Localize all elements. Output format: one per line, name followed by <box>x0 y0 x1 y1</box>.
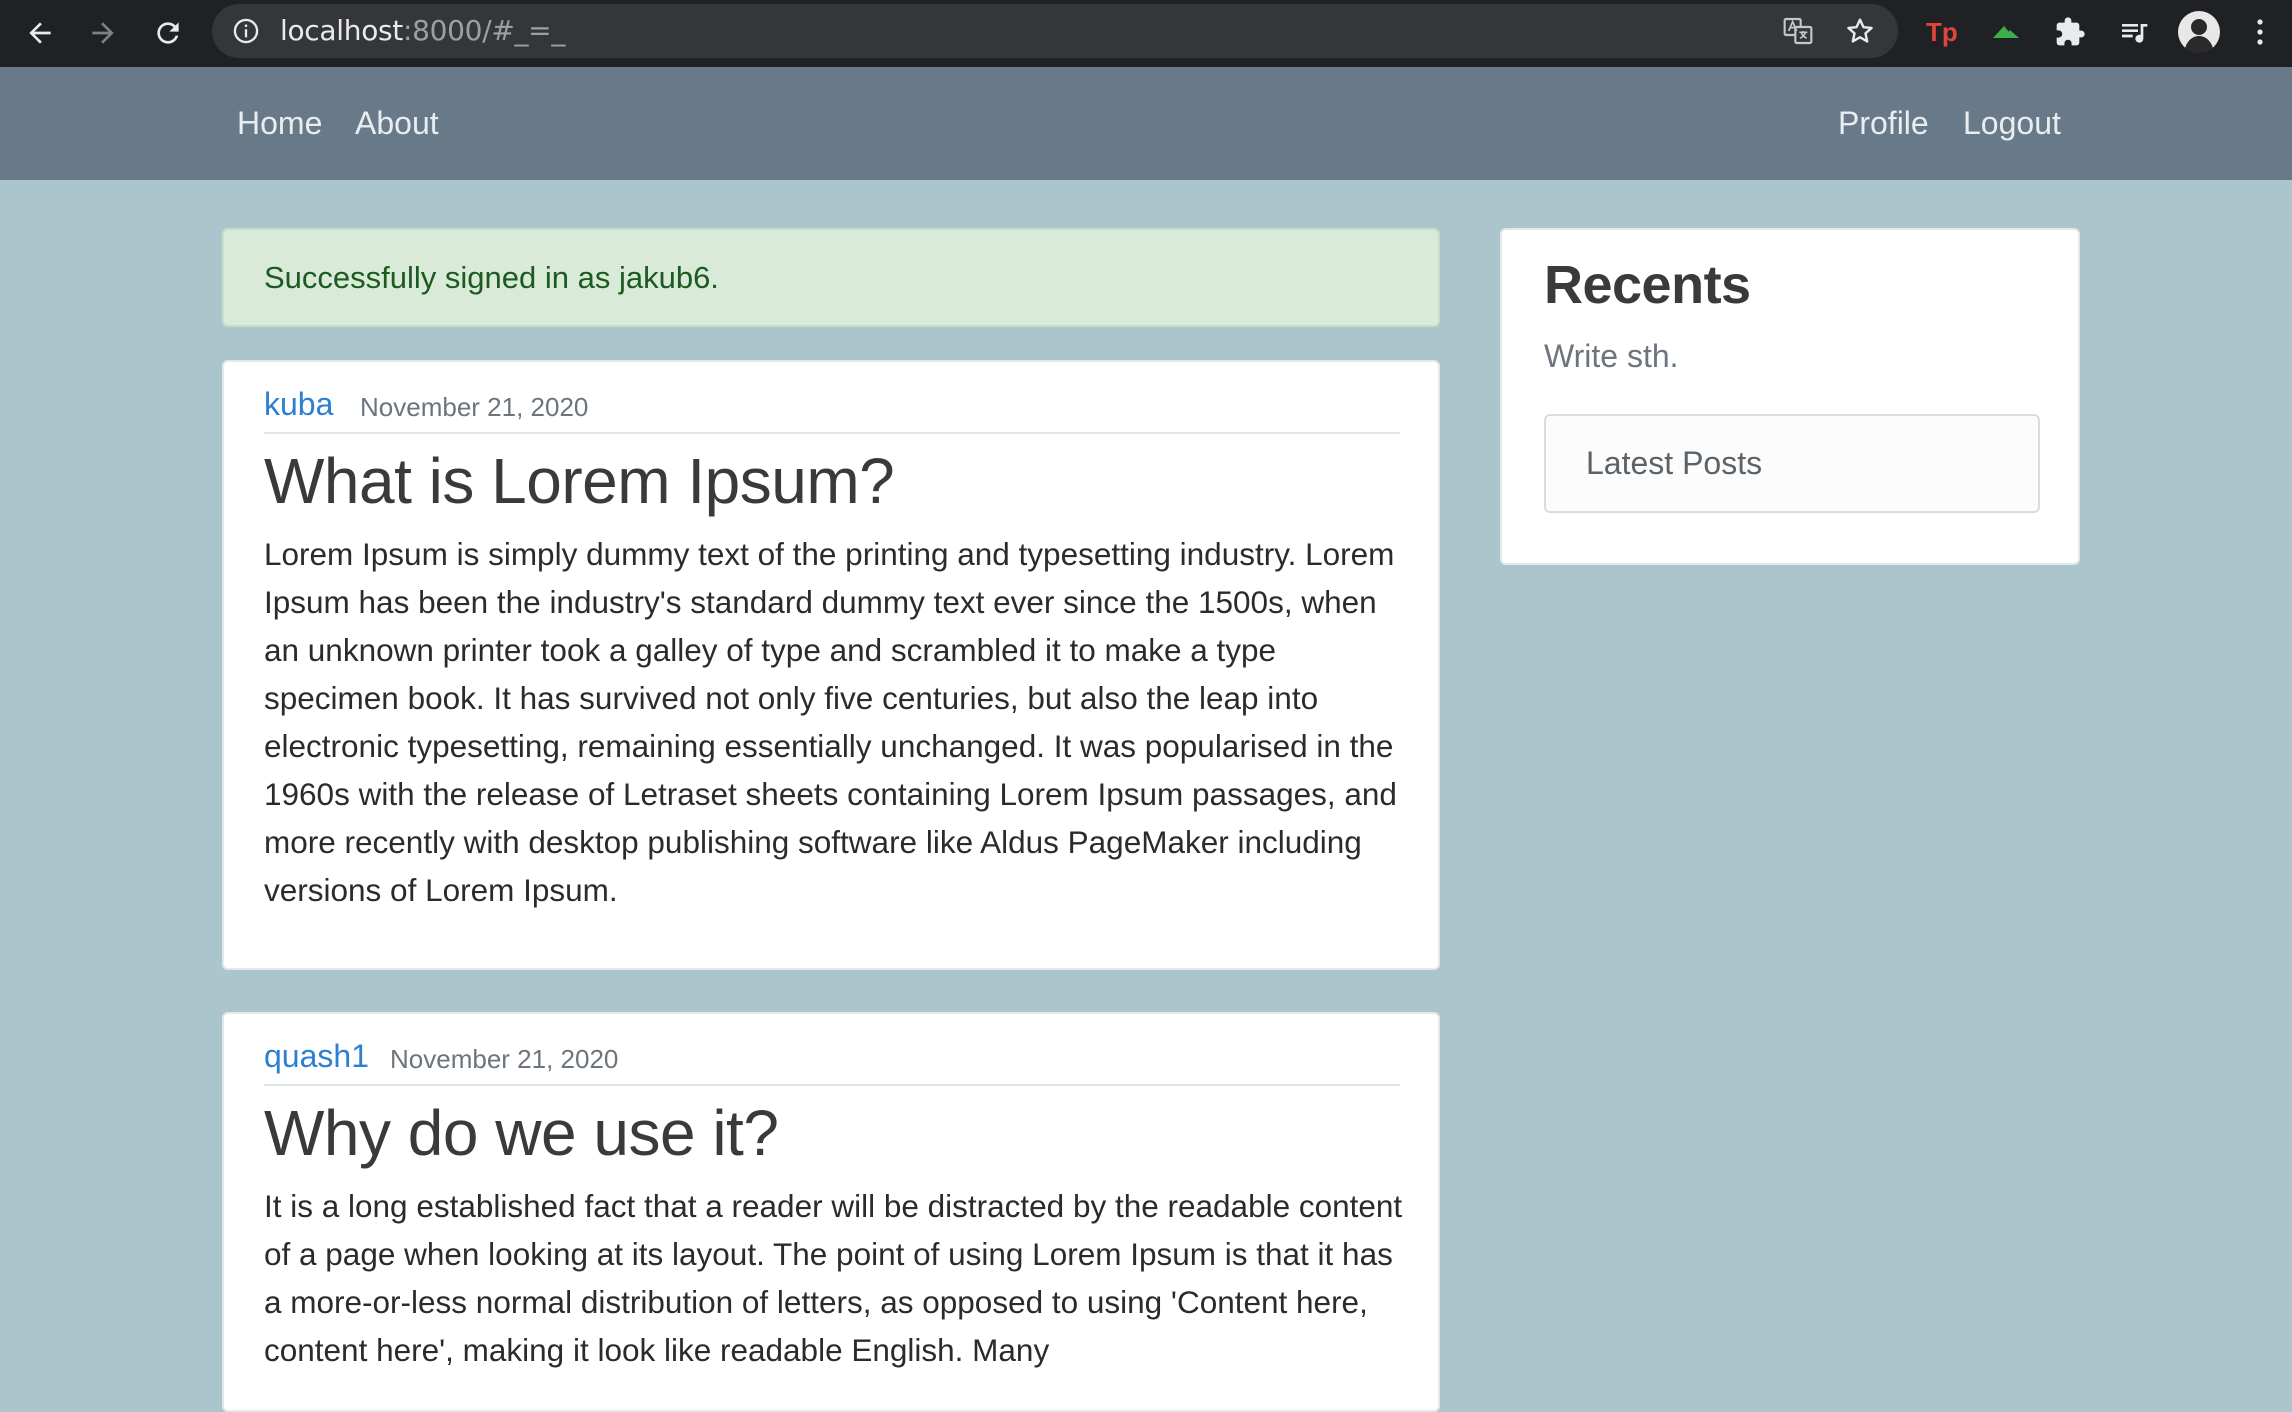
sidebar-item-latest-posts[interactable]: Latest Posts <box>1544 414 2040 513</box>
forward-button[interactable] <box>78 8 128 58</box>
browser-toolbar: localhost:8000/#_=_ Tp <box>0 0 2292 67</box>
svg-text:Tp: Tp <box>1926 17 1958 47</box>
site-info-icon[interactable] <box>232 17 260 45</box>
post-date: November 21, 2020 <box>360 392 589 422</box>
sidebar-title: Recents <box>1544 255 1751 315</box>
address-bar[interactable]: localhost:8000/#_=_ <box>212 4 1898 58</box>
success-alert: Successfully signed in as jakub6. <box>222 228 1440 327</box>
extension-tp-icon[interactable]: Tp <box>1922 12 1962 52</box>
post-body: It is a long established fact that a rea… <box>264 1188 1403 1368</box>
sidebar-subtitle: Write sth. <box>1544 338 1679 374</box>
post-body: Lorem Ipsum is simply dummy text of the … <box>264 536 1397 908</box>
post-card: kuba November 21, 2020 What is Lorem Ips… <box>222 360 1440 970</box>
nav-home-link[interactable]: Home <box>237 67 322 180</box>
queue-music-icon <box>2122 24 2148 43</box>
post-meta: quash1 November 21, 2020 <box>264 1038 1400 1086</box>
post-author-link[interactable]: kuba <box>264 386 333 423</box>
site-navbar: Home About Profile Logout <box>0 67 2292 180</box>
post-title[interactable]: What is Lorem Ipsum? <box>264 444 895 518</box>
url-host: localhost <box>280 14 403 47</box>
url-text[interactable]: localhost:8000/#_=_ <box>280 4 565 58</box>
puzzle-icon <box>2056 17 2085 46</box>
reload-icon <box>157 22 179 44</box>
post-title[interactable]: Why do we use it? <box>264 1096 779 1170</box>
post-card: quash1 November 21, 2020 Why do we use i… <box>222 1012 1440 1412</box>
avatar-icon <box>2178 11 2220 54</box>
forward-arrow-icon <box>92 22 114 44</box>
extension-green-icon[interactable] <box>1986 12 2026 52</box>
post-meta: kuba November 21, 2020 <box>264 386 1400 434</box>
nav-profile-link[interactable]: Profile <box>1838 67 1929 180</box>
profile-avatar[interactable] <box>2176 9 2222 55</box>
post-author-link[interactable]: quash1 <box>264 1038 369 1075</box>
nav-about-link[interactable]: About <box>355 67 439 180</box>
media-controls-button[interactable] <box>2114 12 2154 52</box>
more-vertical-icon <box>2257 19 2263 45</box>
bookmark-star-icon[interactable] <box>1844 15 1876 47</box>
tp-logo-icon: Tp <box>1926 17 1958 47</box>
recents-sidebar: Recents Write sth. Latest Posts <box>1500 228 2080 565</box>
browser-menu-button[interactable] <box>2240 12 2280 52</box>
translate-icon[interactable] <box>1782 15 1814 47</box>
reload-button[interactable] <box>143 8 193 58</box>
post-date: November 21, 2020 <box>390 1044 619 1074</box>
green-chevron-icon <box>1993 26 2019 38</box>
extensions-button[interactable] <box>2050 12 2090 52</box>
nav-logout-link[interactable]: Logout <box>1963 67 2061 180</box>
url-path: :8000/#_=_ <box>403 14 566 47</box>
back-arrow-icon <box>29 22 51 44</box>
back-button[interactable] <box>15 8 65 58</box>
